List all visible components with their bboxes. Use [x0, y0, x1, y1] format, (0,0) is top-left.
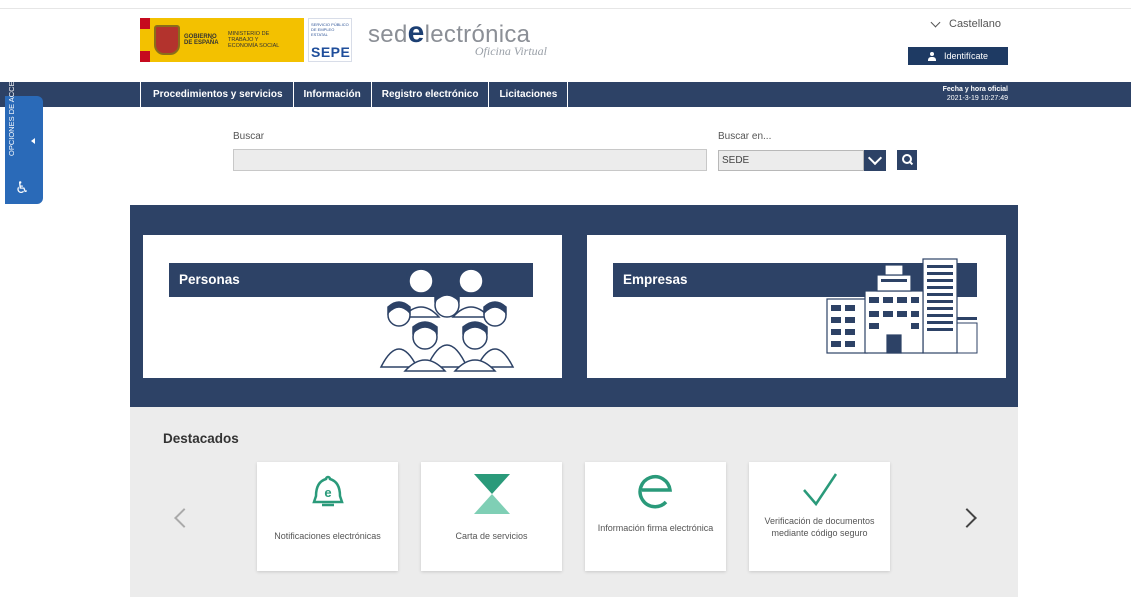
destacado-verificacion[interactable]: Verificación de documentos mediante códi…: [749, 462, 890, 571]
personas-card[interactable]: Personas: [143, 235, 562, 378]
sede-prefix: sed: [368, 21, 408, 48]
nav-item-informacion[interactable]: Información: [292, 82, 371, 107]
datetime-value: 2021-3-19 10:27:49: [946, 95, 1008, 102]
official-datetime: Fecha y hora oficial 2021-3-19 10:27:49: [926, 85, 1008, 103]
buildings-icon: [826, 258, 978, 354]
sepe-big-text: SEPE: [311, 44, 351, 60]
chevron-right-icon[interactable]: [957, 508, 977, 528]
spain-flag-icon: [140, 18, 150, 62]
nav-item-registro[interactable]: Registro electrónico: [370, 82, 489, 107]
identificate-label: Identifícate: [943, 51, 989, 61]
sede-e-letter: e: [407, 16, 425, 49]
identificate-button[interactable]: Identifícate: [908, 47, 1008, 65]
search-label: Buscar: [233, 131, 265, 142]
hero-section: Personas Empresas: [130, 205, 1018, 407]
nav-menu: Procedimientos y servicios Información R…: [140, 82, 569, 107]
ministerio-text: MINISTERIO DE TRABAJO Y ECONOMÍA SOCIAL: [228, 31, 280, 49]
destacados-section: Destacados e Notificaciones electrónicas…: [130, 407, 1018, 597]
top-divider: [0, 8, 1131, 9]
search-button[interactable]: [897, 150, 917, 170]
hourglass-icon: [473, 474, 510, 514]
user-icon: [927, 51, 936, 61]
destacado-notificaciones[interactable]: e Notificaciones electrónicas: [257, 462, 398, 571]
empresas-card[interactable]: Empresas: [587, 235, 1006, 378]
bell-e-icon: e: [311, 475, 344, 507]
destacados-title: Destacados: [163, 431, 239, 446]
search-input[interactable]: [233, 149, 707, 171]
search-in-label: Buscar en...: [718, 131, 772, 142]
arrow-left-icon: [31, 138, 35, 144]
language-selector[interactable]: Castellano: [930, 17, 1001, 30]
e-icon: [637, 474, 672, 509]
chevron-left-icon[interactable]: [174, 508, 194, 528]
main-navbar: Procedimientos y servicios Información R…: [0, 82, 1131, 107]
accessibility-options-tab[interactable]: OPCIONES DE ACCESIBILIDAD ♿: [5, 45, 43, 204]
nav-item-licitaciones[interactable]: Licitaciones: [488, 82, 569, 107]
accessibility-icon: ♿: [15, 180, 30, 197]
language-label: Castellano: [949, 18, 1001, 30]
chevron-down-icon[interactable]: [864, 150, 886, 171]
accessibility-label: OPCIONES DE ACCESIBILIDAD: [7, 45, 16, 156]
carta-servicios-label: Carta de servicios: [455, 531, 528, 541]
coat-of-arms-icon: [154, 25, 180, 55]
search-in-select[interactable]: SEDE: [718, 150, 864, 171]
destacado-firma-electronica[interactable]: Información firma electrónica: [585, 462, 726, 571]
notificaciones-label: Notificaciones electrónicas: [274, 531, 381, 541]
chevron-down-icon: [930, 17, 941, 27]
svg-text:e: e: [324, 485, 331, 500]
sede-electronica-logo[interactable]: sedelectrónica Oficina Virtual: [368, 18, 553, 62]
people-group-icon: [379, 263, 515, 372]
nav-item-procedimientos[interactable]: Procedimientos y servicios: [140, 82, 293, 107]
verificacion-label: Verificación de documentos mediante códi…: [764, 516, 875, 538]
firma-electronica-label: Información firma electrónica: [597, 523, 714, 533]
sepe-logo[interactable]: SERVICIO PÚBLICO DE EMPLEO ESTATAL SEPE: [308, 18, 352, 62]
destacado-carta-servicios[interactable]: Carta de servicios: [421, 462, 562, 571]
gobierno-text: GOBIERNO DE ESPAÑA: [184, 34, 219, 46]
gobierno-logo[interactable]: GOBIERNO DE ESPAÑA MINISTERIO DE TRABAJO…: [140, 18, 304, 62]
sepe-small-text: SERVICIO PÚBLICO DE EMPLEO ESTATAL: [311, 22, 349, 37]
sede-subtitle: Oficina Virtual: [474, 44, 547, 58]
checkmark-icon: [802, 473, 837, 507]
datetime-title: Fecha y hora oficial: [942, 86, 1008, 93]
